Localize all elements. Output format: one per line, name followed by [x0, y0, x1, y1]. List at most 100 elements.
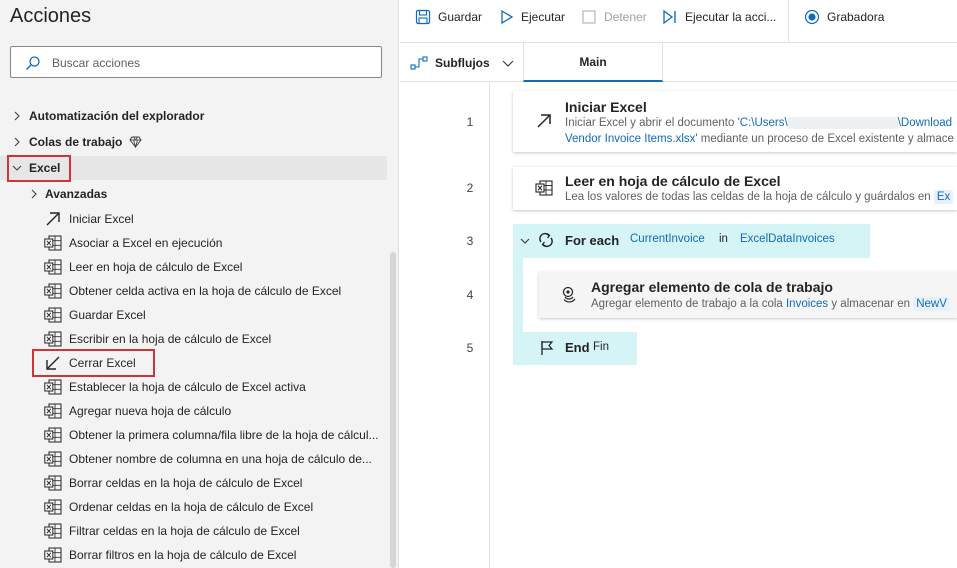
foreach-keyword: For each: [565, 233, 620, 248]
chevron-right-icon: [31, 189, 37, 199]
save-button[interactable]: Guardar: [415, 8, 482, 26]
action-item[interactable]: Iniciar Excel: [0, 207, 387, 231]
group-browser-automation[interactable]: Automatización del explorador: [0, 104, 387, 128]
action-item-label: Ordenar celdas en la hoja de cálculo de …: [69, 500, 314, 514]
action-item-label: Obtener celda activa en la hoja de cálcu…: [69, 284, 342, 298]
flow-step-end[interactable]: End Fin: [513, 332, 637, 365]
action-item[interactable]: Filtrar celdas en la hoja de cálculo de …: [0, 519, 387, 543]
excel-icon: [44, 307, 62, 323]
chevron-right-icon: [14, 137, 20, 147]
recorder-button[interactable]: Grabadora: [804, 8, 884, 26]
flow-step-launch-excel[interactable]: Iniciar Excel Iniciar Excel y abrir el d…: [513, 91, 957, 152]
flow-step-read-excel[interactable]: Leer en hoja de cálculo de Excel Lea los…: [513, 167, 957, 210]
flow-step-add-queue-item[interactable]: Agregar elemento de cola de trabajo Agre…: [539, 272, 957, 318]
stop-icon: [582, 10, 596, 24]
subflows-label: Subflujos: [435, 56, 490, 70]
excel-icon: [44, 259, 62, 275]
subflows-dropdown[interactable]: Subflujos: [410, 55, 514, 71]
excel-icon: [44, 403, 62, 419]
chevron-down-icon: [502, 60, 514, 67]
excel-icon: [44, 427, 62, 443]
action-item-label: Filtrar celdas en la hoja de cálculo de …: [69, 524, 300, 538]
launch-arrow-icon: [537, 114, 551, 128]
excel-icon: [44, 451, 62, 467]
action-item[interactable]: Borrar filtros en la hoja de cálculo de …: [0, 543, 387, 567]
step-description: Lea los valores de todas las celdas de l…: [565, 190, 954, 204]
excel-icon: [44, 499, 62, 515]
action-item[interactable]: Establecer la hoja de cálculo de Excel a…: [0, 375, 387, 399]
action-item-label: Guardar Excel: [69, 308, 146, 322]
chevron-down-icon[interactable]: [520, 236, 530, 246]
line-number: 3: [466, 234, 474, 248]
action-item-label: Establecer la hoja de cálculo de Excel a…: [69, 380, 306, 394]
run-button[interactable]: Ejecutar: [500, 8, 565, 26]
action-item[interactable]: Obtener celda activa en la hoja de cálcu…: [0, 279, 387, 303]
path-text: 'C:\Users\: [737, 117, 788, 130]
flag-icon: [541, 341, 554, 355]
actions-scrollbar[interactable]: [390, 252, 396, 568]
tab-main-label: Main: [579, 55, 607, 69]
action-item-label: Obtener la primera columna/fila libre de…: [69, 428, 379, 442]
highlight-box-excel: [7, 155, 71, 182]
flow-step-for-each[interactable]: For each CurrentInvoice in ExcelDataInvo…: [513, 224, 870, 258]
end-keyword: End: [565, 340, 590, 355]
flow-canvas: 1 2 3 4 5 Iniciar Excel Iniciar Excel y …: [400, 82, 957, 568]
action-item[interactable]: Borrar celdas en la hoja de cálculo de E…: [0, 471, 387, 495]
desc-text: Agregar elemento de trabajo a la cola: [591, 298, 786, 310]
step-title: Agregar elemento de cola de trabajo: [591, 279, 833, 295]
step-description: Agregar elemento de trabajo a la cola In…: [591, 297, 950, 311]
recorder-label: Grabadora: [827, 10, 885, 24]
premium-diamond-icon: [129, 136, 142, 148]
stop-label: Detener: [604, 10, 647, 24]
loop-body-rail: [513, 258, 523, 332]
action-item[interactable]: Obtener nombre de columna en una hoja de…: [0, 447, 387, 471]
desc-text: Iniciar Excel y abrir el documento: [565, 117, 738, 130]
action-item[interactable]: Ordenar celdas en la hoja de cálculo de …: [0, 495, 387, 519]
line-number-gutter: 1 2 3 4 5: [400, 82, 490, 568]
action-item[interactable]: Asociar a Excel en ejecución: [0, 231, 387, 255]
save-label: Guardar: [438, 10, 483, 24]
action-item[interactable]: Escribir en la hoja de cálculo de Excel: [0, 327, 387, 351]
action-item[interactable]: Agregar nueva hoja de cálculo: [0, 399, 387, 423]
work-queue-icon: [562, 286, 576, 303]
end-label: Fin: [593, 341, 609, 353]
variable-chip: NewV: [913, 297, 950, 311]
excel-icon: [535, 180, 553, 196]
action-item[interactable]: Leer en hoja de cálculo de Excel: [0, 255, 387, 279]
subgroup-label: Avanzadas: [45, 187, 108, 201]
variable-chip: Ex: [933, 190, 954, 204]
line-number: 2: [466, 181, 474, 195]
tab-main[interactable]: Main: [523, 43, 663, 82]
chevron-right-icon: [14, 111, 20, 121]
action-item[interactable]: Guardar Excel: [0, 303, 387, 327]
desc-text: y almacenar en: [828, 298, 914, 310]
designer-toolbar: Guardar Ejecutar Detener Ejecutar la acc…: [400, 0, 957, 42]
actions-pane-title: Acciones: [10, 5, 92, 27]
action-item-label: Leer en hoja de cálculo de Excel: [69, 260, 243, 274]
save-icon: [415, 9, 431, 25]
action-item-label: Borrar filtros en la hoja de cálculo de …: [69, 548, 297, 562]
search-actions-input[interactable]: Buscar acciones: [10, 46, 382, 78]
action-item-label: Escribir en la hoja de cálculo de Excel: [69, 332, 272, 346]
step-title: Iniciar Excel: [565, 99, 647, 115]
highlight-box-close-excel: [32, 349, 155, 377]
excel-icon: [44, 379, 62, 395]
step-description-line2: Vendor Invoice Items.xlsx' mediante un p…: [565, 133, 954, 145]
run-next-action-button[interactable]: Ejecutar la acci...: [662, 8, 776, 26]
toolbar-divider: [788, 0, 789, 42]
excel-icon: [44, 331, 62, 347]
group-work-queues[interactable]: Colas de trabajo: [0, 130, 387, 154]
action-item-label: Obtener nombre de columna en una hoja de…: [69, 452, 372, 466]
subflow-icon: [410, 56, 428, 70]
search-placeholder: Buscar acciones: [52, 56, 141, 70]
actions-pane: Acciones Buscar acciones Automatización …: [0, 0, 399, 568]
group-label: Automatización del explorador: [29, 109, 205, 123]
variable-chip: ExcelDataInvoices: [740, 233, 835, 245]
excel-icon: [44, 283, 62, 299]
action-item[interactable]: Obtener la primera columna/fila libre de…: [0, 423, 387, 447]
loop-icon: [539, 232, 553, 248]
subgroup-advanced[interactable]: Avanzadas: [0, 182, 387, 206]
desc-text: Lea los valores de todas las celdas de l…: [565, 191, 934, 203]
stop-button[interactable]: Detener: [581, 8, 647, 26]
action-item-label: Agregar nueva hoja de cálculo: [69, 404, 232, 418]
